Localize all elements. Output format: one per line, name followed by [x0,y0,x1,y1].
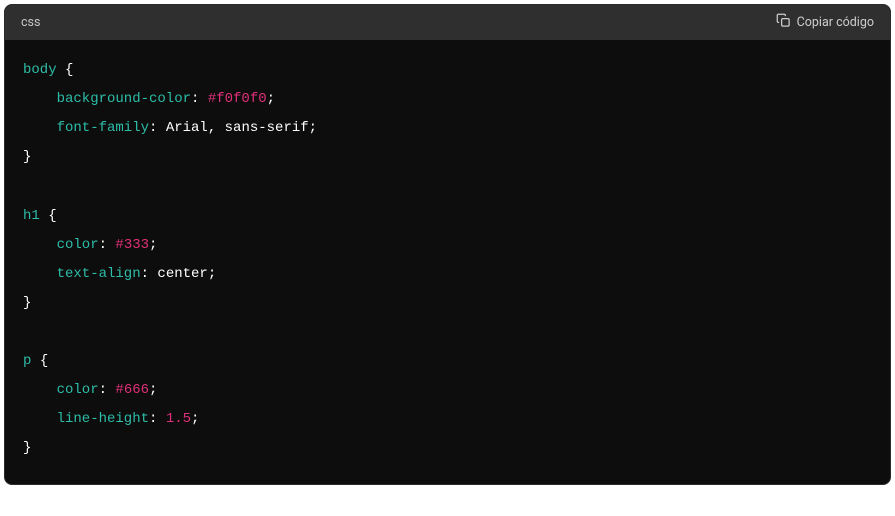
copy-code-button[interactable]: Copiar código [776,13,874,32]
language-label: css [21,15,40,30]
code-header: css Copiar código [5,5,890,40]
code-block: css Copiar código body { background-colo… [4,4,891,485]
copy-icon [776,13,791,32]
code-content: body { background-color: #f0f0f0; font-f… [5,40,890,484]
copy-button-label: Copiar código [797,15,874,30]
